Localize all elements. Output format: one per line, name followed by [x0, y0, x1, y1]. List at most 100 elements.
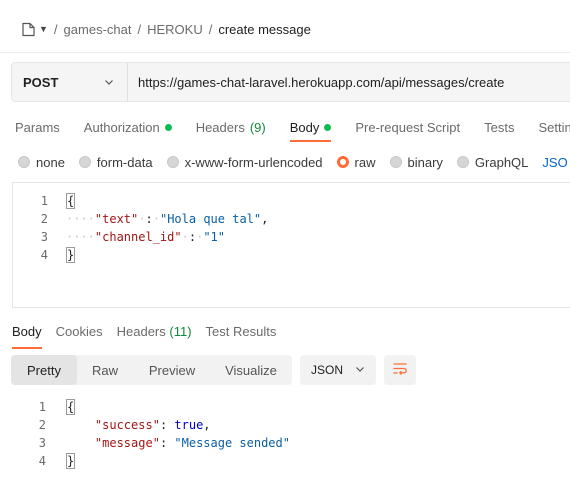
- radio-selected-icon: [336, 156, 349, 168]
- response-body-code: 1 { 2 "success": true, 3 "message": "Mes…: [20, 398, 290, 470]
- request-name[interactable]: create message: [218, 22, 311, 37]
- view-raw-button[interactable]: Raw: [77, 355, 133, 385]
- breadcrumb-item-collection[interactable]: games-chat: [64, 22, 132, 37]
- wrap-lines-button[interactable]: [384, 355, 416, 385]
- body-type-label: form-data: [96, 154, 153, 170]
- url-bar: POST https://games-chat-laravel.herokuap…: [11, 62, 570, 102]
- request-body-code[interactable]: 1 { 2 ····"text"·:·"Hola que tal", 3 ···…: [22, 192, 268, 264]
- tab-test-results[interactable]: Test Results: [206, 321, 277, 349]
- tab-cookies[interactable]: Cookies: [56, 321, 103, 349]
- response-tabs: Body Cookies Headers (11) Test Results: [12, 321, 290, 349]
- tab-response-body[interactable]: Body: [12, 321, 42, 349]
- breadcrumb-separator: /: [137, 21, 142, 37]
- tab-label: Test Results: [205, 324, 277, 339]
- json-key: "channel_id": [94, 230, 182, 244]
- tab-body[interactable]: Body: [289, 112, 332, 142]
- tab-label: Body: [289, 119, 320, 135]
- tab-label: Body: [12, 324, 42, 339]
- body-type-options: none form-data x-www-form-urlencoded raw…: [18, 153, 570, 171]
- request-tabs: Params Authorization Headers (9) Body Pre…: [15, 112, 570, 142]
- response-format-select[interactable]: JSON: [300, 355, 376, 385]
- tab-tests[interactable]: Tests: [484, 112, 514, 142]
- body-type-none[interactable]: none: [18, 155, 65, 170]
- status-dot-icon: [164, 123, 172, 131]
- code-line: 3 ····"channel_id"·:·"1": [22, 228, 268, 246]
- code-line: 4 }: [22, 246, 268, 264]
- chevron-down-icon: [103, 76, 115, 88]
- tab-count: (9): [249, 119, 266, 135]
- method-label: POST: [23, 74, 59, 90]
- body-type-label: GraphQL: [474, 154, 529, 170]
- body-type-label: x-www-form-urlencoded: [184, 154, 323, 170]
- body-type-label: none: [36, 154, 65, 170]
- tab-params[interactable]: Params: [15, 112, 60, 142]
- close-brace: }: [66, 453, 76, 469]
- breadcrumb-separator: /: [53, 21, 58, 37]
- json-value: true: [174, 418, 204, 432]
- caret-down-icon[interactable]: ▼: [39, 24, 48, 34]
- code-line: 2 "success": true,: [20, 416, 290, 434]
- line-number: 4: [38, 454, 46, 468]
- json-key: "text": [94, 212, 139, 226]
- view-visualize-button[interactable]: Visualize: [211, 355, 291, 385]
- format-label: JSON: [311, 363, 344, 377]
- radio-icon: [18, 156, 30, 168]
- view-preview-button[interactable]: Preview: [133, 355, 211, 385]
- radio-icon: [389, 156, 402, 168]
- json-value: "Message sended": [174, 436, 290, 450]
- body-type-form-data[interactable]: form-data: [78, 154, 153, 170]
- json-key: "success": [94, 418, 160, 432]
- raw-format-select[interactable]: JSO: [542, 155, 567, 170]
- code-line: 3 "message": "Message sended": [20, 434, 290, 452]
- chevron-down-icon: [354, 363, 366, 378]
- tab-settings[interactable]: Settin: [538, 112, 570, 142]
- request-doc-icon[interactable]: [20, 21, 36, 37]
- json-value: "Hola que tal": [159, 212, 262, 226]
- body-type-graphql[interactable]: GraphQL: [456, 154, 529, 170]
- line-number: 4: [40, 248, 48, 262]
- body-type-urlencoded[interactable]: x-www-form-urlencoded: [166, 154, 323, 170]
- tab-label: Headers: [195, 119, 245, 135]
- body-type-label: binary: [407, 154, 443, 170]
- tab-label: Headers: [116, 324, 166, 339]
- line-number: 1: [38, 400, 46, 414]
- breadcrumb-item-folder[interactable]: HEROKU: [147, 22, 203, 37]
- tab-response-headers[interactable]: Headers (11): [117, 321, 192, 349]
- code-line: 1 {: [22, 192, 268, 210]
- tab-label: Params: [15, 119, 60, 135]
- tab-count: (11): [169, 324, 192, 339]
- body-type-label: raw: [354, 154, 376, 170]
- tab-label: Settin: [538, 119, 570, 135]
- radio-icon: [78, 156, 91, 168]
- radio-icon: [166, 156, 179, 168]
- tab-headers[interactable]: Headers (9): [196, 112, 266, 142]
- code-line: 1 {: [20, 398, 290, 416]
- breadcrumb-separator: /: [208, 21, 213, 37]
- header-divider: [0, 52, 570, 53]
- wrap-lines-icon: [392, 362, 408, 379]
- tab-pre-request-script[interactable]: Pre-request Script: [355, 112, 460, 142]
- method-select[interactable]: POST: [12, 63, 128, 101]
- status-dot-icon: [324, 123, 332, 131]
- body-type-binary[interactable]: binary: [389, 154, 443, 170]
- tab-label: Tests: [484, 119, 515, 135]
- view-mode-selector: Pretty Raw Preview Visualize: [11, 355, 292, 385]
- line-number: 3: [40, 230, 48, 244]
- tab-label: Cookies: [55, 324, 103, 339]
- tab-authorization[interactable]: Authorization: [84, 112, 172, 142]
- view-pretty-button[interactable]: Pretty: [11, 355, 77, 385]
- tab-label: Pre-request Script: [355, 119, 461, 135]
- tab-label: Authorization: [83, 119, 160, 135]
- code-line: 2 ····"text"·:·"Hola que tal",: [22, 210, 269, 228]
- close-brace: }: [66, 247, 76, 263]
- json-key: "message": [94, 436, 160, 450]
- line-number: 2: [40, 212, 48, 226]
- open-brace: {: [66, 399, 76, 415]
- breadcrumb: ▼ / games-chat / HEROKU / create message: [20, 18, 311, 40]
- radio-icon: [456, 156, 469, 168]
- url-input[interactable]: https://games-chat-laravel.herokuapp.com…: [128, 63, 570, 101]
- line-number: 1: [40, 194, 48, 208]
- line-number: 2: [38, 418, 46, 432]
- body-type-raw[interactable]: raw: [336, 154, 376, 170]
- open-brace: {: [66, 193, 76, 209]
